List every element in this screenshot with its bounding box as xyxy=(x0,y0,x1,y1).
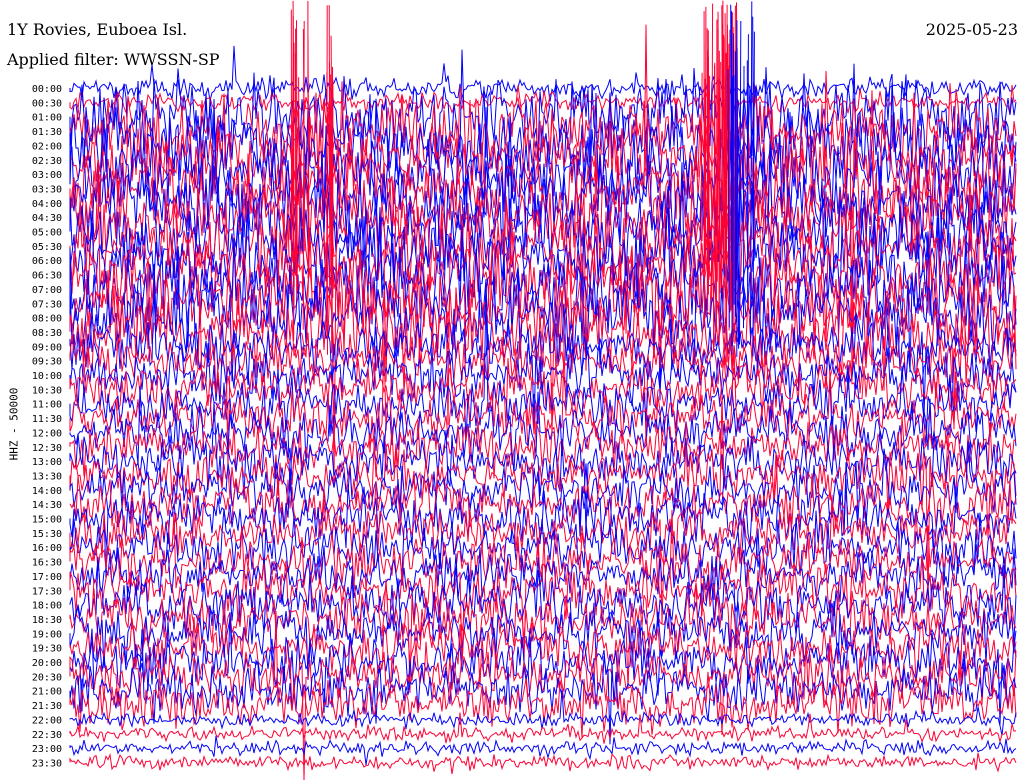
time-label: 10:30 xyxy=(32,385,62,396)
event-spike xyxy=(743,65,745,329)
time-label: 15:00 xyxy=(32,515,62,526)
event-spike xyxy=(704,6,707,265)
event-spike xyxy=(713,62,716,350)
time-label: 01:00 xyxy=(32,113,62,124)
time-label: 10:00 xyxy=(32,371,62,382)
time-label: 02:00 xyxy=(32,141,62,152)
time-label: 14:30 xyxy=(32,500,62,511)
time-label: 18:30 xyxy=(32,615,62,626)
time-label-group: 00:00 00:30 01:00 01:30 02:00 02:30 03:00 03:30… xyxy=(32,84,62,769)
time-label: 17:30 xyxy=(32,586,62,597)
time-label: 22:00 xyxy=(32,715,62,726)
time-label: 19:00 xyxy=(32,629,62,640)
time-label: 06:30 xyxy=(32,271,62,282)
time-label: 02:30 xyxy=(32,156,62,167)
time-label: 07:00 xyxy=(32,285,62,296)
trace-line xyxy=(69,735,1017,765)
time-label: 08:30 xyxy=(32,328,62,339)
trace-line xyxy=(69,752,1017,775)
trace-line xyxy=(69,440,1017,537)
time-label: 03:30 xyxy=(32,184,62,195)
time-label: 21:30 xyxy=(32,701,62,712)
event-spike xyxy=(732,33,735,305)
time-label: 11:30 xyxy=(32,414,62,425)
time-label: 18:00 xyxy=(32,601,62,612)
time-label: 05:30 xyxy=(32,242,62,253)
time-label: 20:00 xyxy=(32,658,62,669)
time-label: 15:30 xyxy=(32,529,62,540)
time-label: 08:00 xyxy=(32,314,62,325)
time-label: 00:00 xyxy=(32,84,62,95)
time-label: 23:30 xyxy=(32,758,62,769)
time-label: 04:30 xyxy=(32,213,62,224)
time-label: 12:30 xyxy=(32,443,62,454)
time-label: 16:30 xyxy=(32,558,62,569)
event-spike xyxy=(746,60,749,287)
time-label: 06:00 xyxy=(32,256,62,267)
time-label: 13:00 xyxy=(32,457,62,468)
helicorder-plot: 00:00 00:30 01:00 01:30 02:00 02:30 03:00 03:30… xyxy=(32,0,1017,780)
time-label: 20:30 xyxy=(32,672,62,683)
time-label: 22:30 xyxy=(32,730,62,741)
time-label: 05:00 xyxy=(32,228,62,239)
time-label: 07:30 xyxy=(32,299,62,310)
event-spike xyxy=(328,5,331,300)
event-spike xyxy=(291,68,294,263)
time-label: 04:00 xyxy=(32,199,62,210)
time-label: 03:00 xyxy=(32,170,62,181)
time-label: 12:00 xyxy=(32,428,62,439)
time-label: 17:00 xyxy=(32,572,62,583)
time-label: 23:00 xyxy=(32,744,62,755)
time-label: 13:30 xyxy=(32,471,62,482)
event-spike xyxy=(326,72,328,355)
time-label: 09:30 xyxy=(32,357,62,368)
trace-line xyxy=(69,538,1017,665)
time-label: 19:30 xyxy=(32,644,62,655)
time-label: 11:00 xyxy=(32,400,62,411)
time-label: 01:30 xyxy=(32,127,62,138)
time-label: 14:00 xyxy=(32,486,62,497)
time-label: 09:00 xyxy=(32,342,62,353)
time-label: 21:00 xyxy=(32,687,62,698)
event-spike xyxy=(726,4,728,320)
time-label: 16:00 xyxy=(32,543,62,554)
trace-group xyxy=(69,0,1017,780)
time-label: 00:30 xyxy=(32,98,62,109)
